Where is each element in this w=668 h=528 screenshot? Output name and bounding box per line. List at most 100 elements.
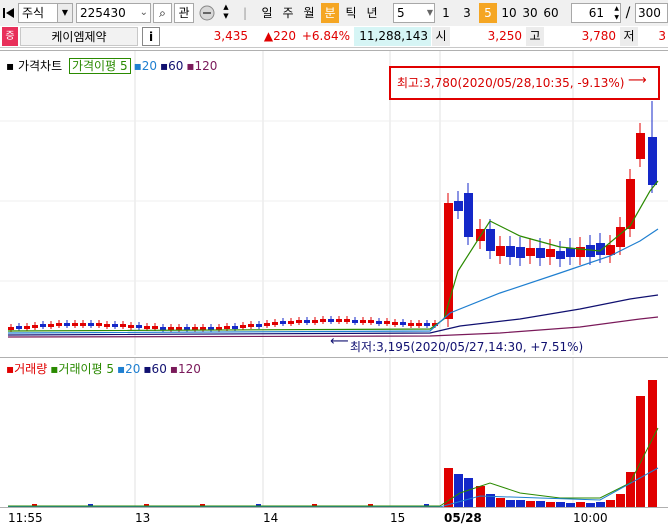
toolbar-button-interval-0[interactable]: 1 (437, 3, 455, 23)
candle-body (112, 324, 118, 327)
open-label: 시 (432, 27, 450, 46)
lock-toggle-icon[interactable] (197, 3, 217, 23)
candle-body (516, 247, 525, 258)
time-axis-label: 10:00 (573, 511, 608, 525)
candle-body (304, 320, 310, 323)
toolbar-divider: | (242, 6, 248, 20)
count-separator: / (625, 5, 631, 21)
candle-body (486, 229, 495, 251)
interval-select[interactable]: 5 ▼ (393, 3, 435, 23)
candle-body (360, 320, 366, 323)
toolbar-button-period-0[interactable]: 일 (258, 3, 276, 23)
stock-code-value: 225430 (80, 6, 126, 20)
candle-body (56, 323, 62, 326)
bar-count-input[interactable]: 61 ▲ ▼ (571, 3, 621, 23)
toolbar-button-period-3[interactable]: 분 (321, 3, 339, 23)
chart-toolbar: 주식 ▼ 225430 ⌄ ⌕ 관 ▲ ▼ | 일주월분틱년 5 ▼ 1 3 5 10 3… (0, 0, 668, 27)
candle-body (626, 179, 635, 229)
candle-body (636, 133, 645, 159)
stock-code-input[interactable]: 225430 ⌄ (76, 3, 151, 23)
search-icon: ⌕ (159, 6, 166, 20)
volume-ma20-line (8, 467, 659, 508)
volume-chart-panel[interactable]: ▪거래량 ▪거래이평 5 ▪20 ▪60 ▪120 (0, 357, 668, 508)
time-axis-label: 13 (135, 511, 151, 525)
candle-body (24, 326, 30, 329)
chevron-down-icon[interactable]: ⌄ (140, 4, 148, 22)
menu-arrow-icon[interactable] (2, 3, 16, 23)
candle-body (596, 243, 605, 255)
spin-updown-icon[interactable]: ▲ ▼ (219, 3, 233, 23)
candle-body (40, 324, 46, 327)
price-chart-panel[interactable]: ▪ 가격차트 가격이평 5 ▪20 ▪60 ▪120 최고:3,780(2020/05… (0, 50, 668, 355)
candle-body (556, 251, 565, 259)
candle-body (464, 193, 473, 237)
total-count-value: 300 (638, 6, 661, 20)
toolbar-button-period-4[interactable]: 틱 (342, 3, 360, 23)
toolbar-button-interval-5[interactable]: 60 (542, 3, 560, 23)
candle-body (376, 321, 382, 324)
time-axis-label: 11:55 (8, 511, 43, 525)
market-select[interactable]: 주식 ▼ (18, 3, 73, 23)
candle-body (424, 323, 430, 326)
toolbar-button-interval-2[interactable]: 5 (479, 3, 497, 23)
candle-body (280, 321, 286, 324)
price-change-percent: +6.84% (301, 29, 350, 43)
toolbar-button-period-1[interactable]: 주 (279, 3, 297, 23)
toolbar-button-interval-1[interactable]: 3 (458, 3, 476, 23)
volume-legend-item: ▪거래이평 5 (50, 362, 115, 376)
candle-body (648, 137, 657, 185)
candle-body (104, 324, 110, 327)
candle-body (384, 321, 390, 324)
candle-body (72, 323, 78, 326)
candle-body (240, 325, 246, 328)
candle-body (32, 325, 38, 328)
volume-legend-item: ▪거래량 (6, 362, 48, 376)
candle-body (168, 327, 174, 330)
volume-chart-canvas[interactable] (0, 358, 668, 508)
candle-body (88, 323, 94, 326)
candle-body (536, 248, 545, 258)
toolbar-button-period-2[interactable]: 월 (300, 3, 318, 23)
spin-updown-icon[interactable]: ▲ ▼ (614, 4, 619, 22)
market-badge: 증 (2, 27, 18, 46)
interval-select-value: 5 (397, 6, 405, 20)
open-price: 3,250 (487, 29, 522, 43)
info-button[interactable]: i (142, 27, 160, 46)
volume-bar (636, 396, 645, 508)
total-count-input[interactable]: 300 (635, 3, 668, 23)
candle-body (176, 327, 182, 330)
candle-body (8, 327, 14, 330)
candle-body (352, 320, 358, 323)
chevron-down-icon[interactable]: ▼ (57, 4, 72, 22)
market-select-value: 주식 (22, 6, 45, 20)
candle-body (546, 249, 555, 257)
current-price: 3,435 (213, 29, 248, 43)
price-legend-item: ▪120 (186, 59, 218, 73)
price-legend: ▪ 가격차트 가격이평 5 ▪20 ▪60 ▪120 (6, 57, 217, 74)
toolbar-button-interval-4[interactable]: 30 (521, 3, 539, 23)
chevron-down-icon[interactable]: ▼ (427, 4, 433, 22)
candle-body (256, 324, 262, 327)
volume-legend: ▪거래량 ▪거래이평 5 ▪20 ▪60 ▪120 (6, 360, 204, 377)
volume-ma5-line (8, 427, 659, 507)
candle-body (264, 323, 270, 326)
candle-body (160, 327, 166, 330)
candle-body (416, 323, 422, 326)
toolbar-button-period-5[interactable]: 년 (363, 3, 381, 23)
volume-bar (616, 494, 625, 508)
candle-body (312, 320, 318, 323)
high-price: 3,780 (581, 29, 616, 43)
watchlist-label: 관 (178, 6, 190, 20)
high-price-note: 최고:3,780(2020/05/28,10:35, -9.13%) (397, 76, 625, 90)
candle-body (232, 326, 238, 329)
candle-body (344, 319, 350, 322)
search-button[interactable]: ⌕ (153, 3, 172, 23)
candle-body (368, 320, 374, 323)
high-arrow-icon: ⟶ (628, 73, 647, 88)
volume-bar (464, 478, 473, 508)
volume-bar (626, 472, 635, 508)
toolbar-button-interval-3[interactable]: 10 (500, 3, 518, 23)
low-price-note: 최저:3,195(2020/05/27,14:30, +7.51%) (350, 340, 584, 354)
price-change: ▲220 (263, 29, 296, 43)
watchlist-button[interactable]: 관 (174, 3, 194, 23)
